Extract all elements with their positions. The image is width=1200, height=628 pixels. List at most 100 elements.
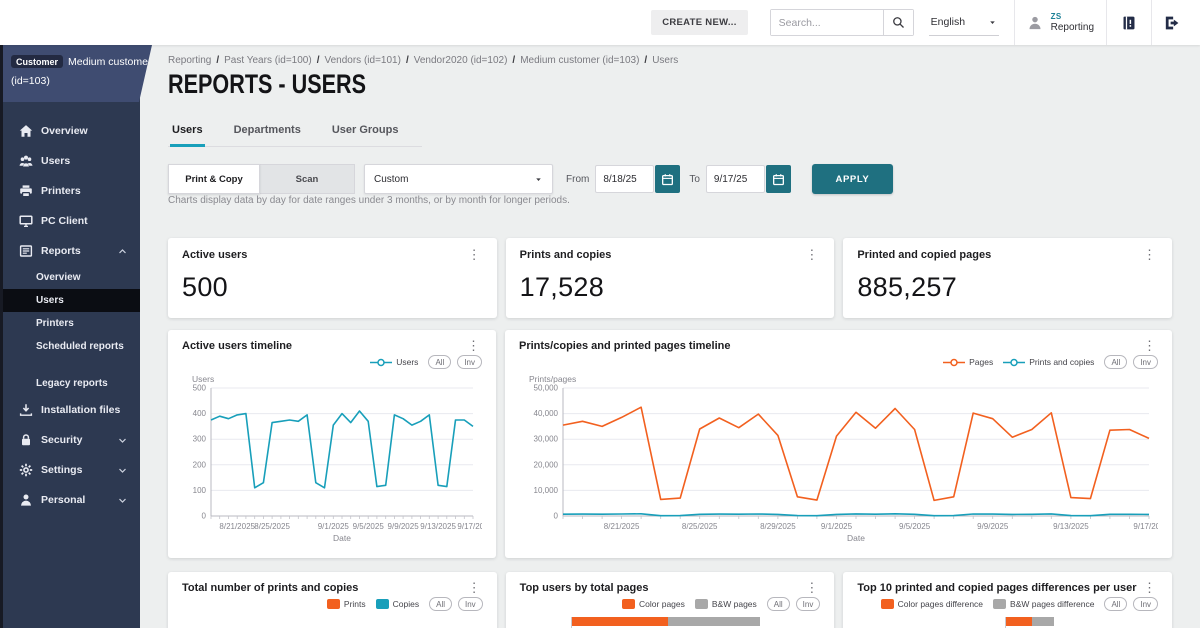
chart-legend: Prints Copies All Inv (182, 596, 483, 612)
legend-item-users[interactable]: Users (370, 357, 418, 367)
svg-text:20,000: 20,000 (534, 460, 559, 469)
sidebar-item-label: Overview (36, 272, 80, 283)
card-menu-button[interactable]: ⋮ (1141, 582, 1158, 593)
to-calendar-button[interactable] (766, 165, 791, 193)
sidebar-item-label: Installation files (41, 404, 120, 416)
sidebar-item-label: Users (41, 155, 70, 167)
chart-legend: Users All Inv (182, 354, 482, 370)
sidebar-item-overview[interactable]: Overview (0, 266, 140, 289)
legend-toggle-inv[interactable]: Inv (1133, 355, 1158, 369)
card-menu-button[interactable]: ⋮ (1141, 340, 1158, 351)
svg-text:200: 200 (193, 460, 207, 469)
main-content: Reporting/Past Years (id=100)/Vendors (i… (140, 45, 1200, 628)
sidebar-item-legacy-reports[interactable]: Legacy reports (0, 372, 140, 395)
kpi-card-printed-and-copied-pages: Printed and copied pages⋮885,257 (843, 238, 1172, 318)
svg-text:30,000: 30,000 (534, 435, 559, 444)
create-new-button[interactable]: CREATE NEW... (651, 10, 747, 35)
card-menu-button[interactable]: ⋮ (1141, 249, 1158, 260)
breadcrumb-item-reporting[interactable]: Reporting (168, 55, 211, 66)
chart-plot-area: Users01002003004005008/21/20258/25/20259… (182, 372, 482, 551)
svg-text:8/21/2025: 8/21/2025 (219, 522, 255, 531)
chart-title: Total number of prints and copies (182, 582, 358, 594)
tab-departments[interactable]: Departments (232, 117, 303, 147)
chart-card-top-users-by-total-pages: Top users by total pages⋮Color pagesB&W … (506, 572, 835, 628)
legend-item-color-pages-difference[interactable]: Color pages difference (881, 599, 983, 609)
chart-plot-area: Prints/pages010,00020,00030,00040,00050,… (519, 372, 1158, 551)
logout-icon (1164, 15, 1180, 31)
breadcrumb-item-vendors-id-101[interactable]: Vendors (id=101) (324, 55, 400, 66)
legend-item-copies[interactable]: Copies (376, 599, 419, 609)
legend-item-color-pages[interactable]: Color pages (622, 599, 685, 609)
user-org: ZS (1051, 12, 1094, 21)
period-select[interactable]: Custom (364, 164, 553, 194)
card-menu-button[interactable]: ⋮ (465, 340, 482, 351)
legend-item-prints-and-copies[interactable]: Prints and copies (1003, 357, 1094, 367)
legend-label: Prints and copies (1029, 357, 1094, 367)
mode-print-copy[interactable]: Print & Copy (168, 164, 260, 194)
customer-banner: Customer Medium customer (id=103) (0, 45, 152, 102)
from-calendar-button[interactable] (655, 165, 680, 193)
card-menu-button[interactable]: ⋮ (803, 582, 820, 593)
search-button[interactable] (883, 10, 913, 35)
users-icon (19, 154, 33, 168)
legend-toggle-inv[interactable]: Inv (1133, 597, 1158, 611)
search-input[interactable] (771, 10, 883, 35)
breadcrumb-item-medium-customer-id-103[interactable]: Medium customer (id=103) (520, 55, 639, 66)
legend-toggle-all[interactable]: All (429, 597, 452, 611)
svg-text:9/13/2025: 9/13/2025 (420, 522, 456, 531)
sidebar-item-users[interactable]: Users (0, 289, 140, 312)
sidebar-item-label: Reports (41, 245, 81, 257)
tab-users[interactable]: Users (170, 117, 205, 147)
legend-toggle-all[interactable]: All (428, 355, 451, 369)
breadcrumb-item-past-years-id-100[interactable]: Past Years (id=100) (224, 55, 312, 66)
sidebar-item-printers[interactable]: Printers (0, 312, 140, 335)
chevron-down-icon (117, 465, 128, 476)
legend-item-pages[interactable]: Pages (943, 357, 993, 367)
from-date-input[interactable] (595, 165, 654, 193)
legend-toggle-all[interactable]: All (1104, 355, 1127, 369)
kpi-title: Prints and copies (520, 249, 612, 261)
manual-icon (1121, 15, 1137, 31)
mode-scan[interactable]: Scan (260, 164, 355, 194)
svg-text:0: 0 (554, 512, 559, 521)
legend-item-b-w-pages[interactable]: B&W pages (695, 599, 757, 609)
breadcrumb-item-vendor2020-id-102[interactable]: Vendor2020 (id=102) (414, 55, 508, 66)
card-menu-button[interactable]: ⋮ (466, 582, 483, 593)
card-menu-button[interactable]: ⋮ (803, 249, 820, 260)
bar-row (571, 617, 821, 626)
card-menu-button[interactable]: ⋮ (466, 249, 483, 260)
tab-user-groups[interactable]: User Groups (330, 117, 401, 147)
legend-toggle-inv[interactable]: Inv (796, 597, 821, 611)
manual-button[interactable] (1107, 0, 1151, 45)
legend-toggle-all[interactable]: All (767, 597, 790, 611)
legend-label: B&W pages (712, 599, 757, 609)
sidebar-item-personal[interactable]: Personal (0, 485, 140, 515)
legend-toggle-all[interactable]: All (1104, 597, 1127, 611)
legend-toggle-inv[interactable]: Inv (458, 597, 483, 611)
sidebar-item-reports[interactable]: Reports (0, 236, 140, 266)
user-menu[interactable]: ZS Reporting (1015, 0, 1106, 45)
bottom-charts-row: Total number of prints and copies ⋮ Prints… (168, 572, 1172, 628)
sidebar-item-installation-files[interactable]: Installation files (0, 395, 140, 425)
language-select[interactable]: English (929, 9, 999, 36)
breadcrumb-item-users: Users (652, 55, 678, 66)
to-label: To (689, 174, 700, 185)
bar-segment-b-w-pages-difference (1032, 617, 1053, 626)
legend-item-prints[interactable]: Prints (327, 599, 366, 609)
sidebar-item-printers[interactable]: Printers (0, 176, 140, 206)
sidebar-item-settings[interactable]: Settings (0, 455, 140, 485)
apply-button[interactable]: APPLY (812, 164, 893, 194)
sidebar-item-pc-client[interactable]: PC Client (0, 206, 140, 236)
svg-text:9/17/202: 9/17/202 (1133, 522, 1158, 531)
sidebar-item-security[interactable]: Security (0, 425, 140, 455)
to-date-input[interactable] (706, 165, 765, 193)
sidebar-item-users[interactable]: Users (0, 146, 140, 176)
legend-toggle-inv[interactable]: Inv (457, 355, 482, 369)
logout-button[interactable] (1152, 0, 1192, 45)
legend-item-b-w-pages-difference[interactable]: B&W pages difference (993, 599, 1094, 609)
svg-text:Date: Date (847, 533, 865, 543)
svg-text:9/1/2025: 9/1/2025 (821, 522, 853, 531)
language-label: English (931, 16, 965, 28)
sidebar-item-scheduled-reports[interactable]: Scheduled reports (0, 335, 140, 358)
sidebar-item-overview[interactable]: Overview (0, 116, 140, 146)
